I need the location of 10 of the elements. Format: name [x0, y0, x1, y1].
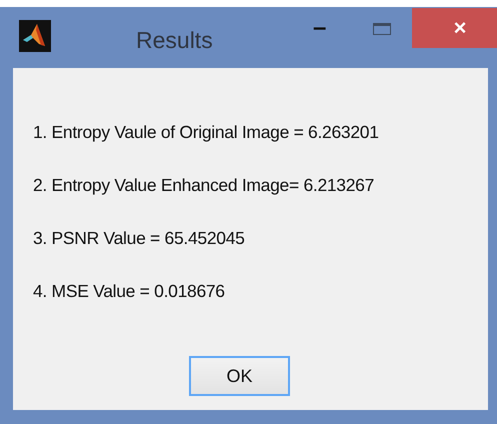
maximize-icon	[373, 23, 391, 35]
ok-button[interactable]: OK	[189, 356, 290, 396]
minimize-button[interactable]: –	[313, 13, 326, 43]
result-text: 3. PSNR Value = 65.452045	[33, 228, 246, 248]
result-text: 1. Entropy Vaule of Original Image = 6.263201	[33, 122, 380, 142]
result-text: 4. MSE Value = 0.018676	[33, 281, 226, 301]
close-button[interactable]: ×	[412, 8, 497, 48]
result-text: 2. Entropy Value Enhanced Image= 6.213267	[33, 175, 376, 195]
window-title: Results	[136, 27, 213, 54]
app-icon	[19, 20, 51, 52]
